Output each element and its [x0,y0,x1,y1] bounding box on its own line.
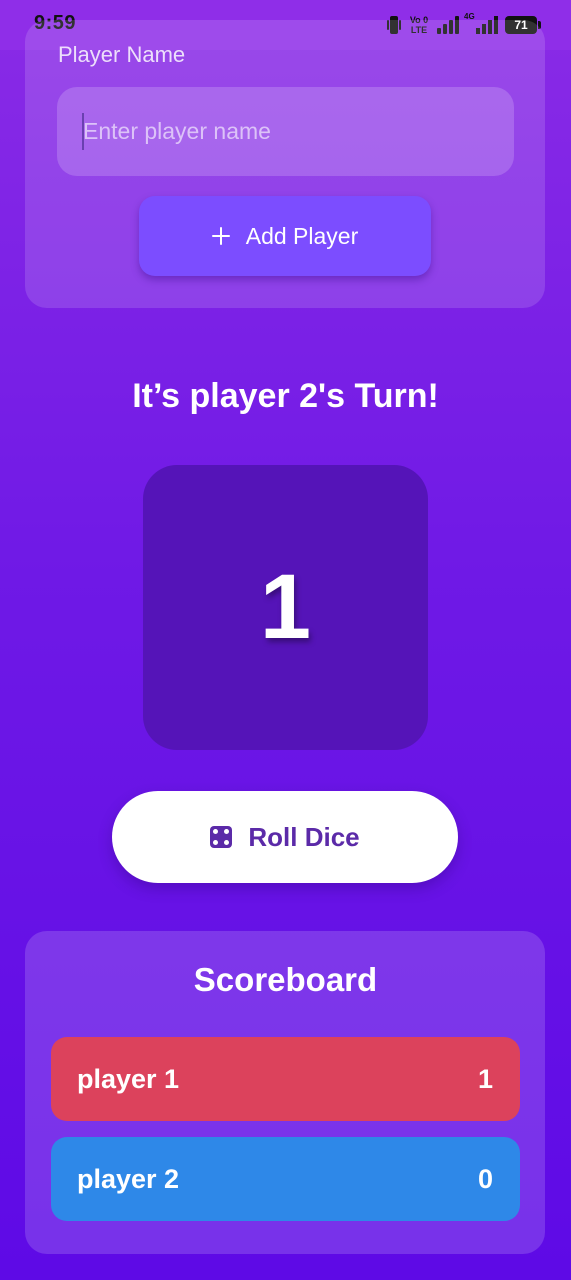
player-name-input[interactable] [57,87,514,176]
score-row-player-2: player 2 0 [51,1137,520,1221]
score-row-player-1: player 1 1 [51,1037,520,1121]
plus-icon [211,227,230,245]
scoreboard-title: Scoreboard [193,961,378,998]
dice-icon [210,826,233,848]
roll-dice-label: Roll Dice [248,821,360,852]
player-name: player 2 [77,1163,180,1194]
dice-display: 1 [143,465,428,750]
turn-indicator: It’s player 2's Turn! [132,377,439,415]
player-score: 1 [477,1063,493,1094]
player-name-label: Player Name [58,42,186,67]
player-score: 0 [477,1163,493,1194]
dice-value: 1 [259,556,312,658]
add-player-button[interactable]: Add Player [139,196,431,276]
player-name: player 1 [77,1063,180,1094]
roll-dice-button[interactable]: Roll Dice [112,791,458,883]
text-caret [82,113,84,150]
add-player-label: Add Player [245,222,359,249]
